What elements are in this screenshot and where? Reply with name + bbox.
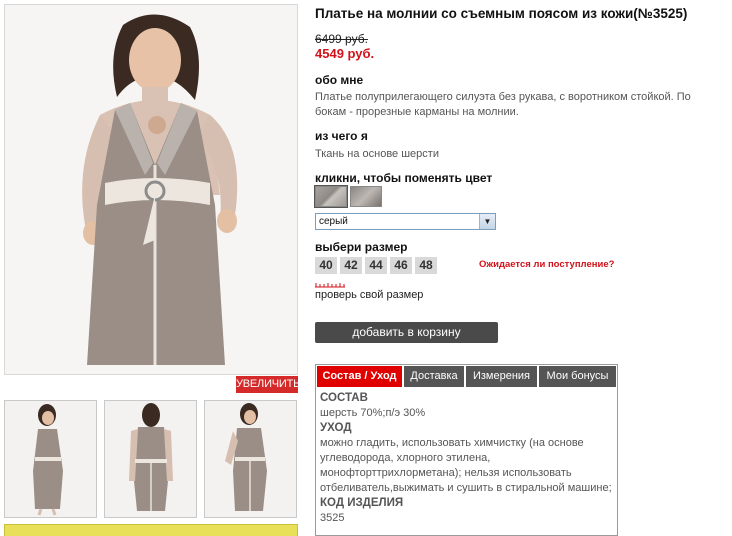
about-text: Платье полуприлегающего силуэта без рука… (315, 91, 691, 118)
material-text: Ткань на основе шерсти (315, 148, 439, 160)
model-photo-illustration (5, 5, 297, 374)
thumbnail-front[interactable] (4, 400, 97, 518)
size-option-40[interactable]: 40 (315, 257, 337, 274)
availability-link[interactable]: Ожидается ли поступление? (479, 259, 614, 270)
care-text: можно гладить, использовать химчистку (н… (320, 437, 612, 494)
product-code-heading: КОД ИЗДЕЛИЯ (320, 497, 404, 509)
promo-banner-strip[interactable] (4, 524, 298, 536)
size-heading: выбери размер (315, 240, 408, 254)
thumbnail-strip (4, 400, 298, 518)
composition-text: шерсть 70%;п/э 30% (320, 407, 426, 419)
product-title: Платье на молнии со съемным поясом из ко… (315, 6, 688, 21)
thumbnail-back[interactable] (104, 400, 197, 518)
current-price: 4549 руб. (315, 46, 375, 61)
thumbnail-side-illustration (205, 401, 296, 517)
tab-measurements[interactable]: Измерения (466, 366, 537, 387)
check-size-link[interactable]: проверь свой размер (315, 289, 423, 301)
old-price: 6499 руб. (315, 32, 368, 46)
ruler-icon (315, 283, 345, 288)
color-select-value: серый (319, 216, 348, 227)
size-option-42[interactable]: 42 (340, 257, 362, 274)
thumbnail-front-illustration (5, 401, 96, 517)
chevron-down-icon[interactable]: ▼ (479, 214, 495, 229)
thumbnail-side[interactable] (204, 400, 297, 518)
tab-bonuses[interactable]: Мои бонусы (539, 366, 616, 387)
about-heading: обо мне (315, 73, 364, 87)
color-select[interactable]: серый ▼ (315, 213, 496, 230)
size-option-44[interactable]: 44 (365, 257, 387, 274)
tab-composition-care[interactable]: Состав / Уход (317, 366, 402, 387)
size-option-46[interactable]: 46 (390, 257, 412, 274)
material-heading: из чего я (315, 129, 368, 143)
color-swatch-dark-grey[interactable] (350, 186, 382, 207)
add-to-cart-button[interactable]: добавить в корзину (315, 322, 498, 343)
product-tabs: Состав / Уход Доставка Измерения Мои бон… (315, 364, 618, 536)
size-option-48[interactable]: 48 (415, 257, 437, 274)
tab-content: СОСТАВ шерсть 70%;п/э 30% УХОД можно гла… (320, 391, 612, 526)
composition-heading: СОСТАВ (320, 392, 368, 404)
tab-delivery[interactable]: Доставка (404, 366, 464, 387)
care-heading: УХОД (320, 422, 352, 434)
color-swatch-grey[interactable] (314, 185, 348, 208)
thumbnail-back-illustration (105, 401, 196, 517)
tab-bar: Состав / Уход Доставка Измерения Мои бон… (316, 365, 617, 388)
product-code-value: 3525 (320, 512, 345, 524)
color-heading: кликни, чтобы поменять цвет (315, 171, 493, 185)
main-product-photo[interactable] (4, 4, 298, 375)
zoom-button[interactable]: УВЕЛИЧИТЬ (236, 376, 300, 393)
